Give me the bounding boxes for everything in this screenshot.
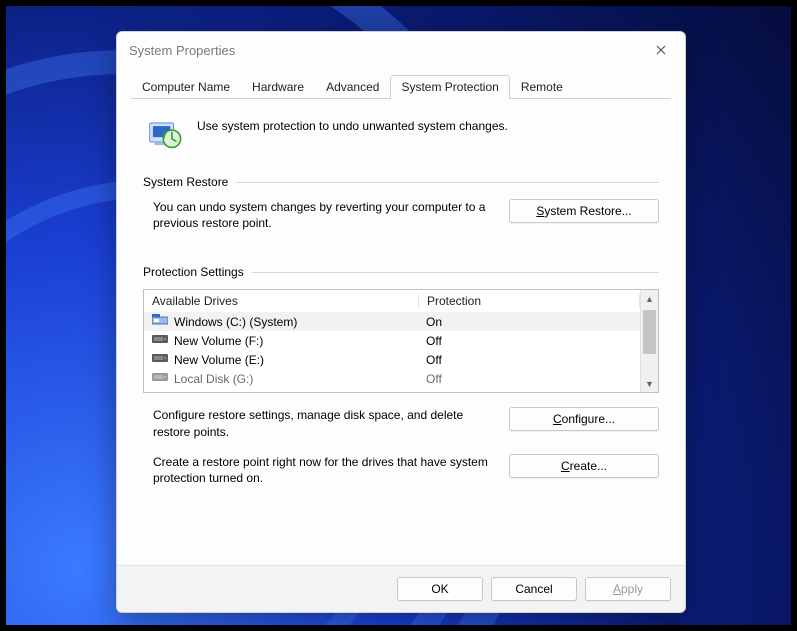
window-title: System Properties bbox=[129, 43, 643, 58]
drive-name: Windows (C:) (System) bbox=[174, 315, 297, 329]
system-properties-dialog: System Properties Computer Name Hardware… bbox=[116, 31, 686, 613]
drive-row[interactable]: Windows (C:) (System) On bbox=[144, 312, 640, 331]
drive-protection: Off bbox=[418, 334, 640, 348]
tab-computer-name[interactable]: Computer Name bbox=[131, 75, 241, 99]
system-restore-button[interactable]: System Restore... bbox=[509, 199, 659, 223]
drive-protection: On bbox=[418, 315, 640, 329]
drive-icon bbox=[152, 333, 168, 348]
drive-row[interactable]: Local Disk (G:) Off bbox=[144, 369, 640, 388]
drives-listview[interactable]: Available Drives Protection Windows (C:)… bbox=[143, 289, 659, 393]
scroll-up-icon[interactable]: ▲ bbox=[641, 290, 658, 307]
system-protection-icon bbox=[145, 115, 183, 153]
titlebar[interactable]: System Properties bbox=[117, 32, 685, 68]
group-protection-settings: Protection Settings bbox=[143, 265, 659, 279]
tab-system-protection[interactable]: System Protection bbox=[390, 75, 509, 99]
drive-row[interactable]: New Volume (E:) Off bbox=[144, 350, 640, 369]
drive-name: Local Disk (G:) bbox=[174, 372, 253, 386]
apply-button[interactable]: Apply bbox=[585, 577, 671, 601]
scrollbar-thumb[interactable] bbox=[643, 310, 656, 354]
drive-icon bbox=[152, 371, 168, 386]
tab-hardware[interactable]: Hardware bbox=[241, 75, 315, 99]
tab-advanced[interactable]: Advanced bbox=[315, 75, 390, 99]
cancel-button[interactable]: Cancel bbox=[491, 577, 577, 601]
vertical-scrollbar[interactable]: ▲ ▼ bbox=[640, 290, 658, 392]
system-restore-desc: You can undo system changes by reverting… bbox=[153, 199, 493, 231]
intro-text: Use system protection to undo unwanted s… bbox=[197, 115, 508, 133]
close-icon[interactable] bbox=[643, 36, 679, 64]
dialog-footer: OK Cancel Apply bbox=[117, 565, 685, 612]
create-desc: Create a restore point right now for the… bbox=[153, 454, 493, 486]
drive-protection: Off bbox=[418, 372, 640, 386]
drive-name: New Volume (F:) bbox=[174, 334, 263, 348]
drive-protection: Off bbox=[418, 353, 640, 367]
ok-button[interactable]: OK bbox=[397, 577, 483, 601]
col-available-drives[interactable]: Available Drives bbox=[144, 294, 419, 308]
listview-header[interactable]: Available Drives Protection bbox=[144, 290, 640, 312]
drive-icon bbox=[152, 352, 168, 367]
drive-name: New Volume (E:) bbox=[174, 353, 264, 367]
create-button[interactable]: Create... bbox=[509, 454, 659, 478]
tab-remote[interactable]: Remote bbox=[510, 75, 574, 99]
scroll-down-icon[interactable]: ▼ bbox=[641, 375, 658, 392]
tab-strip: Computer Name Hardware Advanced System P… bbox=[131, 74, 671, 99]
group-system-restore: System Restore bbox=[143, 175, 659, 189]
configure-button[interactable]: Configure... bbox=[509, 407, 659, 431]
col-protection[interactable]: Protection bbox=[419, 294, 640, 308]
desktop-background: System Properties Computer Name Hardware… bbox=[0, 0, 797, 631]
configure-desc: Configure restore settings, manage disk … bbox=[153, 407, 493, 439]
drive-icon bbox=[152, 314, 168, 329]
drive-row[interactable]: New Volume (F:) Off bbox=[144, 331, 640, 350]
